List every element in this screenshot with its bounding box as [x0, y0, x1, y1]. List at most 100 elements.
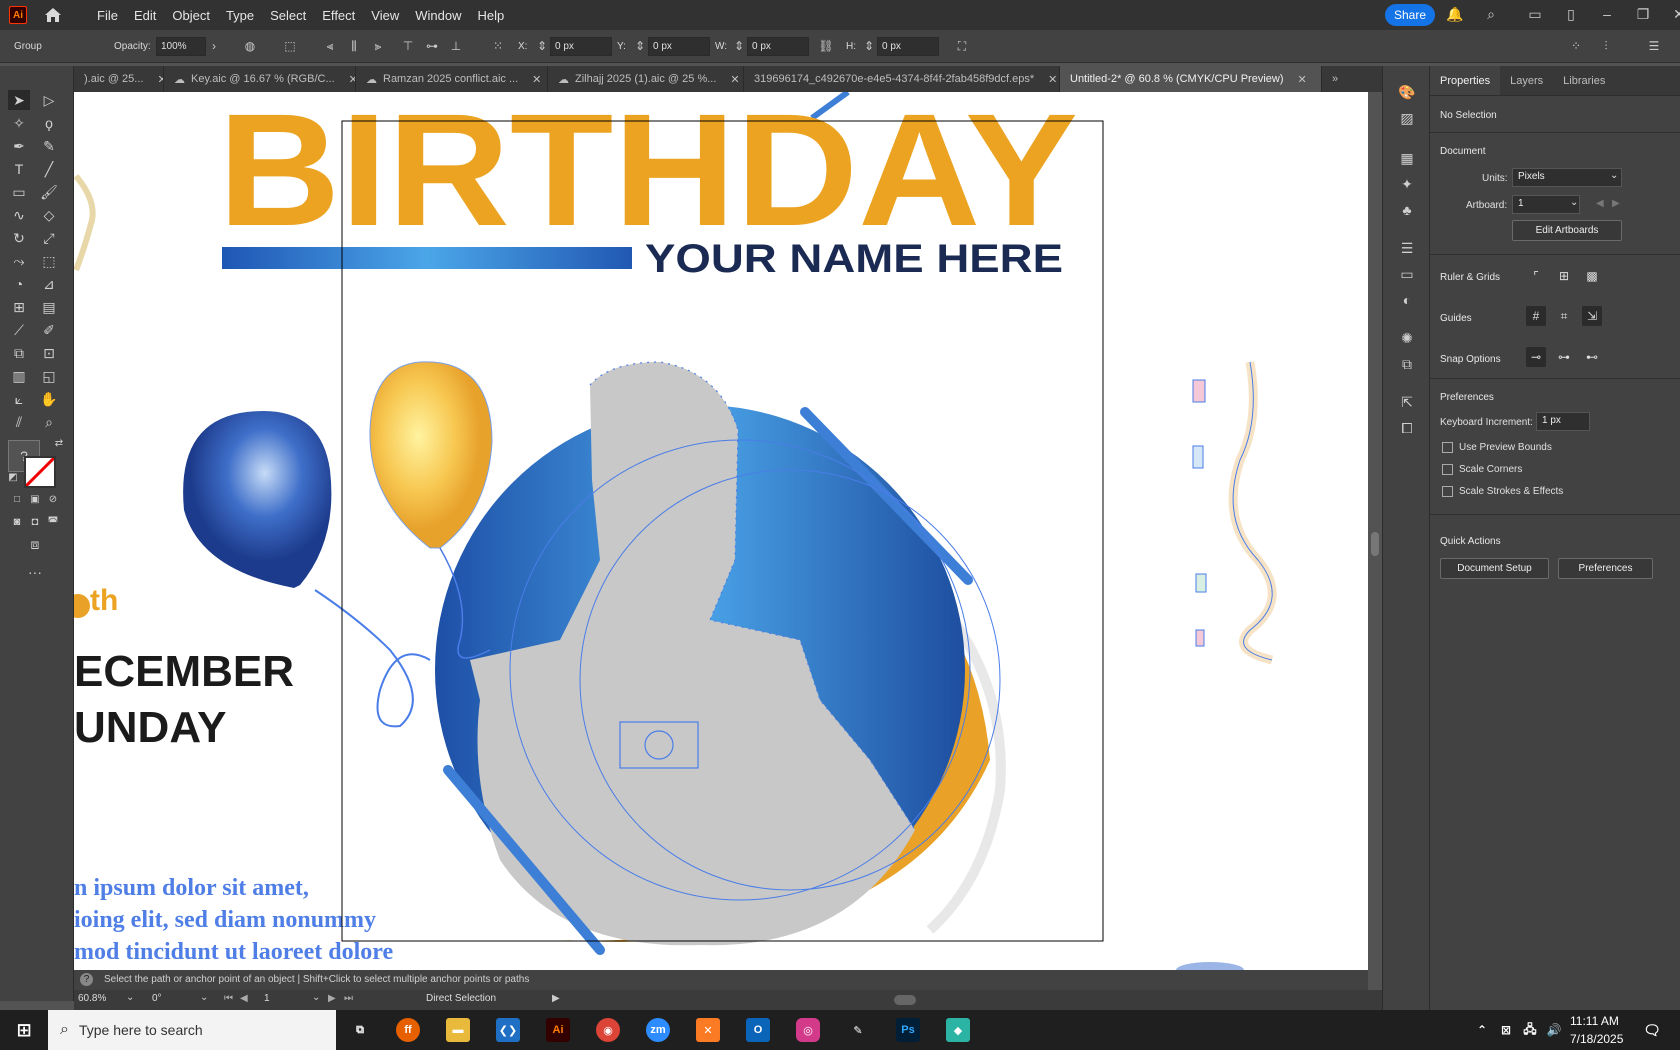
first-artboard-icon[interactable]: ⏮	[224, 993, 233, 1004]
lock-guides-icon[interactable]: ⌗	[1554, 306, 1574, 326]
recolor-icon[interactable]: ◍	[242, 39, 258, 53]
close-icon[interactable]: ✕	[1048, 73, 1057, 86]
firefox-icon[interactable]: ff	[396, 1018, 420, 1042]
align-bottom-icon[interactable]: ⊥	[448, 39, 464, 53]
search-icon[interactable]: ⌕	[1482, 5, 1500, 23]
gradient-tool-icon[interactable]: ▤	[38, 297, 60, 317]
graph-tool-icon[interactable]: ▥	[8, 366, 30, 386]
transparency-grid-icon[interactable]: ▩	[1582, 266, 1602, 286]
bell-icon[interactable]: 🔔	[1446, 5, 1464, 23]
swap-fill-stroke-icon[interactable]: ⇄	[48, 434, 70, 454]
zoom-field[interactable]: 60.8%	[78, 993, 106, 1004]
tab-doc-3[interactable]: ☁ Ramzan 2025 conflict.aic ... ✕	[356, 66, 548, 92]
link-icon[interactable]: ⛓	[818, 39, 834, 53]
graphic-styles-panel-icon[interactable]: ⧉	[1396, 354, 1418, 374]
free-transform-tool-icon[interactable]: ⬚	[38, 251, 60, 271]
x-stepper-icon[interactable]: ⇕	[534, 39, 550, 53]
clock-time[interactable]: 11:11 AM	[1570, 1014, 1619, 1028]
blend-tool-icon[interactable]: ⧉	[8, 343, 30, 363]
next-artboard-icon[interactable]: ▶	[1612, 198, 1620, 209]
minimize-icon[interactable]: –	[1598, 5, 1616, 23]
chevron-right-icon[interactable]: ›	[206, 39, 222, 53]
chevron-down-icon[interactable]: ⌄	[1610, 170, 1618, 181]
menu-icon[interactable]: ☰	[1646, 39, 1662, 53]
line-tool-icon[interactable]: ╱	[38, 159, 60, 179]
app-icon[interactable]: ◆	[946, 1018, 970, 1042]
zoom-app-icon[interactable]: zm	[646, 1018, 670, 1042]
close-icon[interactable]: ✕	[730, 73, 739, 86]
menu-object[interactable]: Object	[164, 8, 218, 23]
opacity-field[interactable]: 100%	[156, 37, 206, 56]
menu-window[interactable]: Window	[407, 8, 469, 23]
shaper-tool-icon[interactable]: ∿	[8, 205, 30, 225]
tab-layers[interactable]: Layers	[1500, 66, 1553, 95]
w-stepper-icon[interactable]: ⇕	[731, 39, 747, 53]
appearance-panel-icon[interactable]: ✺	[1396, 328, 1418, 348]
scale-strokes-checkbox[interactable]: Scale Strokes & Effects	[1442, 486, 1563, 497]
horizontal-scroll-thumb[interactable]	[894, 995, 916, 1005]
preferences-button[interactable]: Preferences	[1558, 558, 1653, 579]
selection-tool-icon[interactable]: ➤	[8, 90, 30, 110]
direct-selection-tool-icon[interactable]: ▷	[38, 90, 60, 110]
scale-tool-icon[interactable]: ⤢	[38, 228, 60, 248]
close-icon[interactable]: ✕	[1298, 73, 1307, 86]
close-icon[interactable]: ✕	[1670, 5, 1680, 23]
transform-icon[interactable]: ⬚	[282, 39, 298, 53]
tab-doc-active[interactable]: Untitled-2* @ 60.8 % (CMYK/CPU Preview) ✕	[1060, 66, 1322, 92]
pen-app-icon[interactable]: ✎	[846, 1018, 870, 1042]
lasso-tool-icon[interactable]: ϙ	[38, 113, 60, 133]
h-field[interactable]: 0 px	[877, 37, 939, 56]
slice-tool-icon[interactable]: ⟀	[8, 389, 30, 409]
document-setup-button[interactable]: Document Setup	[1440, 558, 1549, 579]
status-menu-icon[interactable]: ▶	[552, 993, 560, 1004]
measure-tool-icon[interactable]: ✐	[38, 320, 60, 340]
panel-menu-icon[interactable]: ⫶	[1598, 39, 1614, 53]
show-guides-icon[interactable]: #	[1526, 306, 1546, 326]
chrome-icon[interactable]: ◉	[596, 1018, 620, 1042]
align-center-icon[interactable]: ⫼	[346, 39, 362, 53]
illustrator-icon[interactable]: Ai	[546, 1018, 570, 1042]
menu-select[interactable]: Select	[262, 8, 314, 23]
tab-doc-5[interactable]: 319696174_c492670e-e4e5-4374-8f4f-2fab45…	[744, 66, 1060, 92]
close-icon[interactable]: ✕	[349, 73, 355, 86]
draw-inside-icon[interactable]: ◚	[42, 512, 64, 532]
export-panel-icon[interactable]: ⇱	[1396, 392, 1418, 412]
tabs-overflow-button[interactable]: »	[1322, 66, 1362, 92]
photoshop-icon[interactable]: Ps	[896, 1018, 920, 1042]
windows-start-icon[interactable]: ⊞	[12, 1018, 36, 1042]
snap-to-grid-icon[interactable]: ⊶	[1554, 347, 1574, 367]
volume-icon[interactable]: 🔊	[1542, 1018, 1566, 1042]
tab-libraries[interactable]: Libraries	[1553, 66, 1615, 95]
artboard-number-field[interactable]: 1	[264, 993, 270, 1004]
restore-icon[interactable]: ❐	[1634, 5, 1652, 23]
smart-guides-icon[interactable]: ⇲	[1582, 306, 1602, 326]
units-select[interactable]: Pixels	[1512, 168, 1622, 187]
reference-point-icon[interactable]: ⁙	[490, 39, 506, 53]
y-stepper-icon[interactable]: ⇕	[632, 39, 648, 53]
w-field[interactable]: 0 px	[747, 37, 809, 56]
menu-file[interactable]: File	[89, 8, 126, 23]
curvature-tool-icon[interactable]: ✎	[38, 136, 60, 156]
taskbar-search[interactable]: ⌕ Type here to search	[48, 1010, 336, 1050]
default-colors-icon[interactable]: ◩	[2, 468, 24, 488]
prev-artboard-icon[interactable]: ◀	[1596, 198, 1604, 209]
menu-type[interactable]: Type	[218, 8, 262, 23]
align-right-icon[interactable]: ⫸	[370, 39, 386, 53]
rectangle-tool-icon[interactable]: ▭	[8, 182, 30, 202]
artboards-panel-icon[interactable]: ⧠	[1396, 418, 1418, 438]
swatches-panel-icon[interactable]: ▦	[1396, 148, 1418, 168]
creative-cloud-icon[interactable]: ◎	[796, 1018, 820, 1042]
perspective-grid-tool-icon[interactable]: ⊿	[38, 274, 60, 294]
x-field[interactable]: 0 px	[550, 37, 612, 56]
stroke-panel-icon[interactable]: ☰	[1396, 238, 1418, 258]
keyboard-increment-field[interactable]: 1 px	[1536, 412, 1590, 431]
mesh-tool-icon[interactable]: ⊞	[8, 297, 30, 317]
align-top-icon[interactable]: ⊤	[400, 39, 416, 53]
clock-date[interactable]: 7/18/2025	[1570, 1032, 1623, 1046]
warp-tool-icon[interactable]: ⤳	[8, 251, 30, 271]
next-artboard-icon[interactable]: ▶	[328, 993, 336, 1004]
screen-mode-icon[interactable]: ⧈	[24, 534, 46, 554]
workspace-icon[interactable]: ▭	[1526, 5, 1544, 23]
color-panel-icon[interactable]: 🎨	[1396, 82, 1418, 102]
show-hidden-icons[interactable]: ⌃	[1470, 1018, 1494, 1042]
